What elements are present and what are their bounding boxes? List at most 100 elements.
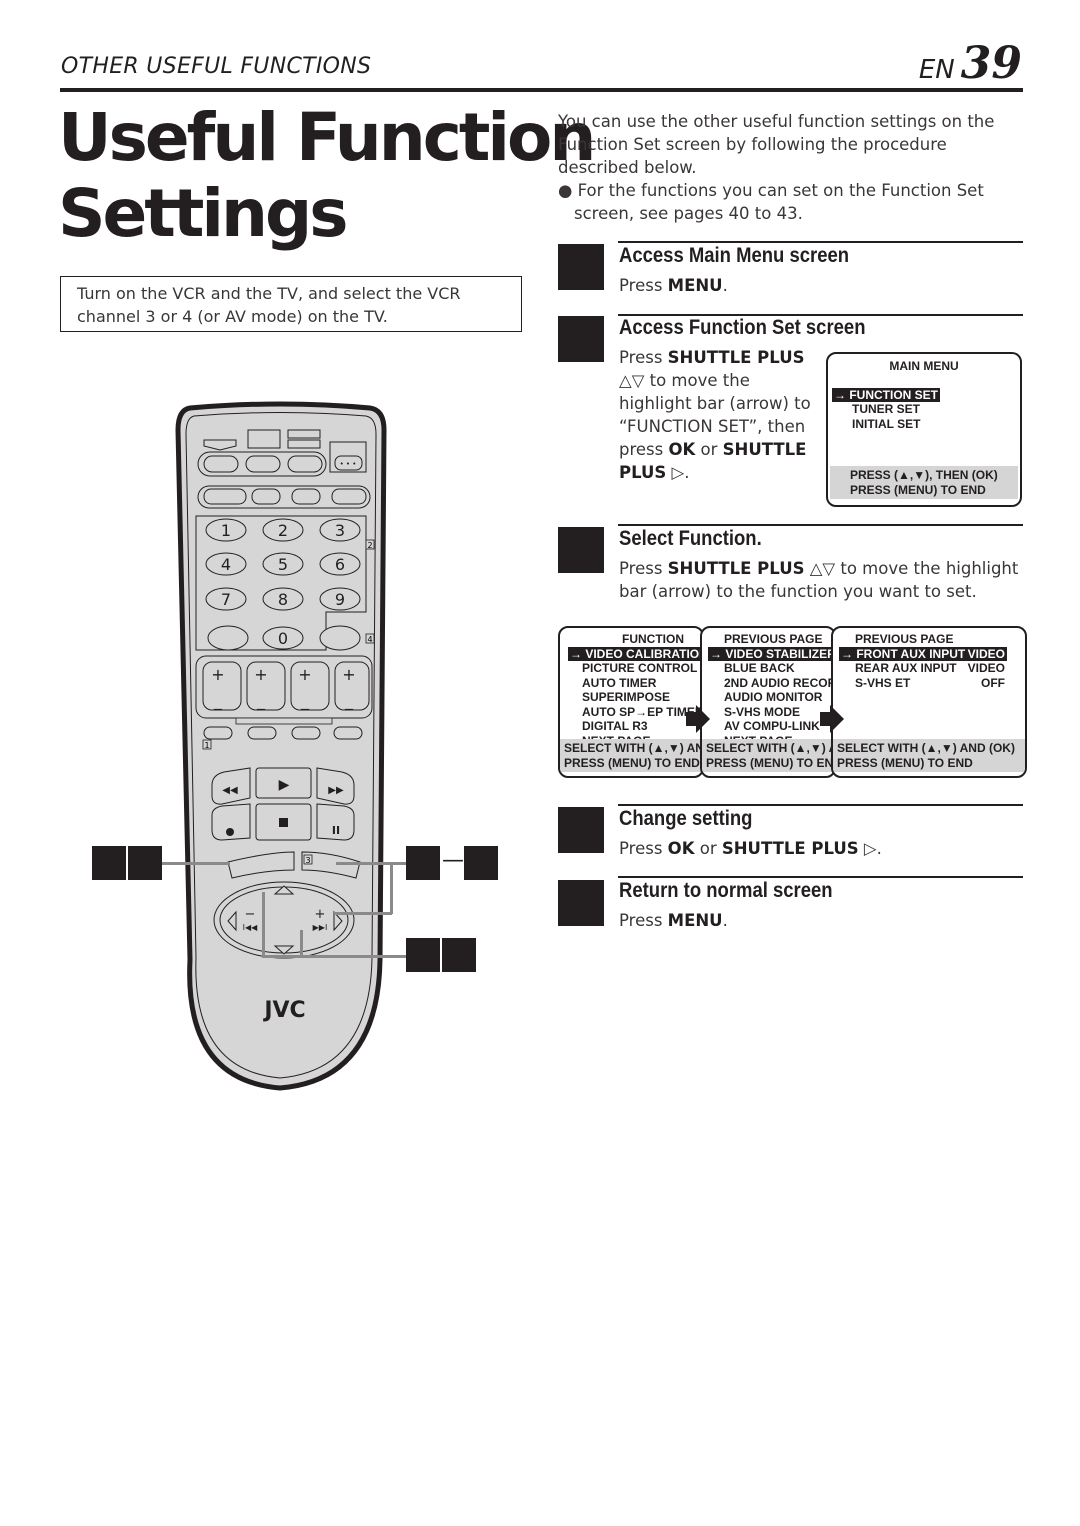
function-item: AUDIO MONITOR	[724, 690, 823, 704]
function-item-selected: → VIDEO CALIBRATION	[568, 646, 702, 661]
page-title-line2: Settings	[58, 175, 349, 252]
function-key[interactable]	[245, 455, 281, 473]
callout-box	[92, 846, 126, 880]
callout-line	[390, 862, 393, 914]
svg-text:3: 3	[335, 521, 345, 540]
function-screen-2-footer: SELECT WITH (▲,▼) AN PRESS (MENU) TO END	[702, 739, 834, 772]
step-5-title: Return to normal screen	[619, 879, 833, 902]
page-number: EN 39	[919, 38, 1022, 89]
callout-line	[336, 862, 406, 865]
function-key[interactable]	[331, 488, 367, 505]
svg-text:_: _	[300, 691, 310, 711]
main-menu-title: MAIN MENU	[889, 359, 959, 373]
step-2-title: Access Function Set screen	[619, 316, 866, 339]
svg-text:6: 6	[335, 555, 345, 574]
step-5-marker	[558, 880, 604, 926]
main-menu-screen: MAIN MENU → FUNCTION SET TUNER SET INITI…	[826, 352, 1022, 507]
header-rule	[60, 88, 1023, 92]
callout-line	[334, 912, 392, 915]
callout-line	[162, 862, 230, 865]
next-page-arrow-icon	[830, 705, 844, 733]
function-item: SUPERIMPOSE	[582, 690, 671, 704]
intro-paragraph: You can use the other useful function se…	[558, 112, 995, 177]
key-left[interactable]	[207, 625, 249, 651]
svg-text:0: 0	[278, 629, 288, 648]
function-item-selected: → FRONT AUX INPUT VIDEO	[839, 646, 1007, 661]
callout-box	[442, 938, 476, 972]
function-item: AV COMPU-LINK	[724, 719, 820, 733]
function-item: BLUE BACK	[724, 661, 795, 675]
small-key[interactable]	[333, 726, 363, 740]
step-2-text: Press SHUTTLE PLUS △▽ to move the highli…	[619, 348, 811, 482]
fast-forward-icon: ▶▶	[328, 785, 344, 796]
function-key[interactable]	[291, 488, 321, 505]
function-item: AUTO SP→EP TIMER	[582, 704, 704, 719]
function-key[interactable]	[287, 455, 323, 473]
step-3-rule	[618, 524, 1023, 526]
section-title: OTHER USEFUL FUNCTIONS	[61, 54, 372, 79]
main-menu-item-initial-set: INITIAL SET	[852, 416, 921, 431]
next-page-arrow-stem	[820, 712, 830, 726]
remote-control: • • • 1 2 3 4 5 6 7 8 9 0 2 4 + _ + _ + _ +…	[175, 401, 387, 1091]
step-2-marker	[558, 316, 604, 362]
main-menu-footer: PRESS (▲,▼), THEN (OK) PRESS (MENU) TO E…	[830, 466, 1018, 499]
svg-text:+: +	[298, 665, 311, 684]
step-4-title: Change setting	[619, 807, 753, 830]
callout-box	[406, 846, 440, 880]
svg-text:2: 2	[367, 541, 372, 550]
skip-back-icon: I◀◀	[243, 923, 259, 932]
next-page-arrow-stem	[686, 712, 696, 726]
svg-text:7: 7	[221, 590, 231, 609]
function-screen-3-title: PREVIOUS PAGE	[855, 632, 954, 646]
next-page-arrow-icon	[696, 705, 710, 733]
top-key[interactable]	[287, 439, 321, 449]
intro: You can use the other useful function se…	[558, 110, 998, 225]
function-screen-1-footer: SELECT WITH (▲,▼) AND PRESS (MENU) TO EN…	[560, 739, 702, 772]
step-3-title: Select Function.	[619, 527, 762, 550]
step-1-text: Press MENU.	[619, 276, 728, 295]
svg-text:+: +	[211, 665, 224, 684]
function-item: PICTURE CONTROL	[582, 661, 698, 675]
main-menu-item-function-set: → FUNCTION SET	[832, 387, 940, 402]
small-key[interactable]	[203, 726, 233, 740]
svg-text:+: +	[342, 665, 355, 684]
function-screen-1-title: FUNCTION	[622, 632, 684, 646]
function-item: DIGITAL R3	[582, 719, 648, 733]
svg-text:+: +	[254, 665, 267, 684]
step-1-rule	[618, 241, 1023, 243]
step-3-text: Press SHUTTLE PLUS △▽ to move the highli…	[619, 559, 1019, 601]
top-key[interactable]	[247, 429, 281, 449]
top-key[interactable]	[287, 429, 321, 439]
svg-text:1: 1	[204, 741, 209, 750]
record-icon	[226, 828, 234, 836]
page-number-value: 39	[960, 38, 1022, 89]
callout-line	[300, 930, 303, 956]
prerequisite-box: Turn on the VCR and the TV, and select t…	[60, 276, 522, 332]
callout-line	[262, 892, 265, 956]
step-4-text: Press OK or SHUTTLE PLUS ▷.	[619, 839, 882, 858]
jvc-logo: JVC	[262, 998, 305, 1023]
small-key[interactable]	[291, 726, 321, 740]
function-screen-2-title: PREVIOUS PAGE	[724, 632, 823, 646]
step-1-title: Access Main Menu screen	[619, 244, 850, 267]
function-item-selected: → VIDEO STABILIZER	[708, 646, 836, 661]
svg-text:4: 4	[221, 555, 231, 574]
callout-box	[464, 846, 498, 880]
function-screen-1: FUNCTION → VIDEO CALIBRATION PICTURE CON…	[558, 626, 704, 778]
key-right[interactable]	[319, 625, 361, 651]
step-5-text: Press MENU.	[619, 911, 728, 930]
function-key[interactable]	[203, 455, 239, 473]
step-4-marker	[558, 807, 604, 853]
rewind-icon: ◀◀	[222, 785, 238, 796]
main-menu-item-tuner-set: TUNER SET	[852, 402, 921, 416]
small-key[interactable]	[247, 726, 277, 740]
step-1-marker	[558, 244, 604, 290]
bullet-icon: ●	[558, 181, 578, 200]
function-key[interactable]	[203, 488, 247, 505]
stop-icon	[279, 818, 288, 827]
callout-line	[262, 955, 406, 958]
function-item: S-VHS MODE	[724, 704, 801, 719]
svg-text:1: 1	[221, 521, 231, 540]
function-item: AUTO TIMER	[582, 675, 657, 690]
function-key[interactable]	[251, 488, 281, 505]
